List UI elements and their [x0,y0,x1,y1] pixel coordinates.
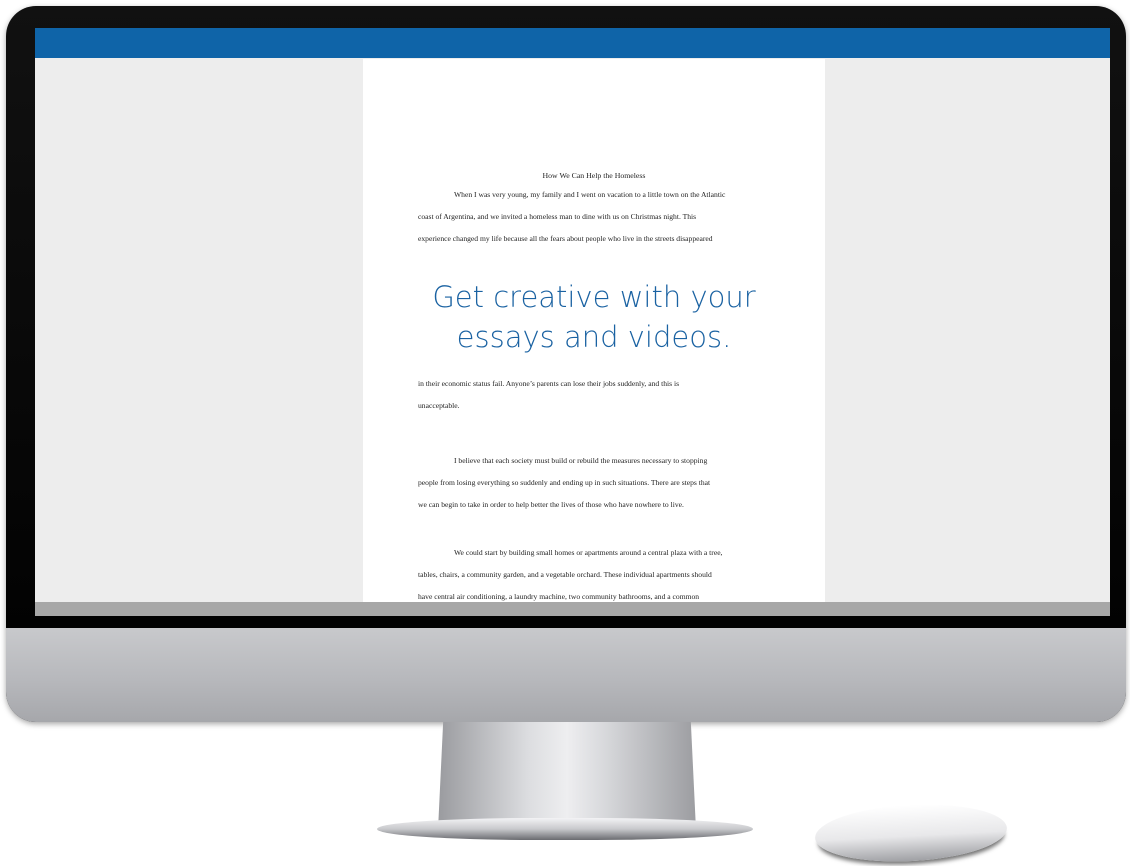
text-line: coast of Argentina, and we invited a hom… [418,212,697,221]
document-page[interactable]: How We Can Help the Homeless When I was … [363,59,825,602]
promo-headline: Get creative with your essays and videos… [363,277,825,357]
promo-headline-line-2: essays and videos. [456,320,732,354]
document-title: How We Can Help the Homeless [542,171,646,180]
monitor-stand [438,722,696,830]
text-line: we can begin to take in order to help be… [418,500,684,509]
promo-headline-line-1: Get creative with your [432,280,756,314]
text-line: in their economic status fail. Anyone’s … [418,379,680,388]
text-line: tables, chairs, a community garden, and … [418,570,712,579]
paragraph-4: We could start by building small homes o… [418,542,770,608]
text-line: We could start by building small homes o… [454,548,723,557]
mouse [813,800,1009,866]
text-line: When I was very young, my family and I w… [454,190,726,199]
paragraph-2: in their economic status fail. Anyone’s … [418,373,770,417]
text-line: experience changed my life because all t… [418,234,713,243]
text-line: people from losing everything so suddenl… [418,478,711,487]
screen: How We Can Help the Homeless When I was … [35,28,1110,616]
monitor-stand-base [377,818,753,840]
paragraph-3: I believe that each society must build o… [418,450,770,516]
app-title-bar [35,28,1110,58]
monitor-chin [6,628,1126,722]
text-line: unacceptable. [418,401,460,410]
text-line: I believe that each society must build o… [454,456,708,465]
monitor: How We Can Help the Homeless When I was … [6,6,1126,722]
horizontal-scrollbar[interactable] [35,602,1110,616]
paragraph-1: When I was very young, my family and I w… [418,184,770,250]
